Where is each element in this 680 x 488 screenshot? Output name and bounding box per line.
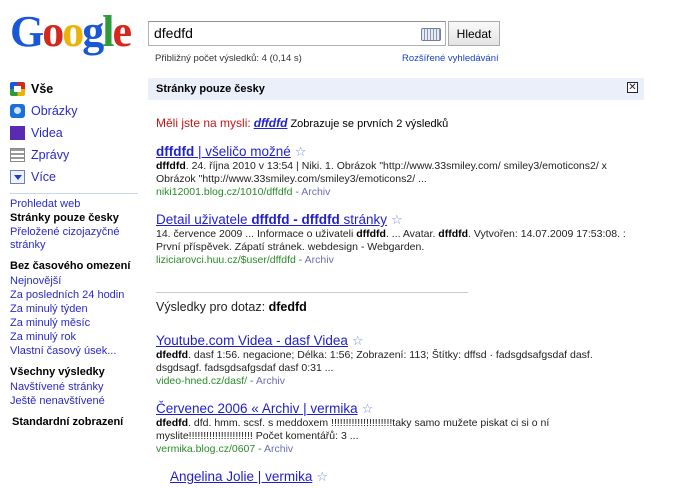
left-nav: Vše Obrázky Videa Zprávy Více Prohledat …	[10, 78, 145, 431]
result-title-link[interactable]: Angelina Jolie | vermika	[170, 469, 312, 484]
time-24h[interactable]: Za posledních 24 hodin	[10, 289, 145, 302]
search-button[interactable]: Hledat	[448, 21, 500, 46]
news-icon	[10, 148, 25, 162]
nav-translated[interactable]: Přeložené cizojazyčné stránky	[10, 226, 145, 252]
spelling-suggestion-link[interactable]: dffdfd	[254, 116, 288, 130]
search-input[interactable]	[154, 25, 414, 41]
time-filter-heading: Bez časového omezení	[10, 260, 131, 272]
star-icon[interactable]: ☆	[316, 469, 328, 485]
result-url: video-hned.cz/dasf/ - Archiv	[156, 375, 286, 387]
archive-link[interactable]: Archiv	[264, 443, 293, 455]
result-title-link[interactable]: Detail uživatele dffdfd - dffdfd stránky	[156, 212, 387, 227]
star-icon[interactable]: ☆	[391, 212, 403, 228]
video-icon	[10, 126, 25, 140]
did-you-mean: Měli jste na mysli: dffdfd Zobrazuje se pr…	[156, 116, 448, 130]
result-url: niki12001.blog.cz/1010/dffdfd - Archiv	[156, 186, 331, 198]
search-result: dffdfd | všeličo možné ☆ dffdfd. 24. říjn…	[156, 143, 626, 199]
view-filter: Standardní zobrazení	[10, 415, 145, 429]
time-year[interactable]: Za minulý rok	[10, 331, 145, 344]
result-title-link[interactable]: Youtube.com Videa - dasf Videa	[156, 333, 348, 348]
google-color-icon	[10, 82, 25, 96]
time-week[interactable]: Za minulý týden	[10, 303, 145, 316]
advanced-search-link[interactable]: Rozšířené vyhledávání	[402, 53, 499, 64]
nav-czech-only: Stránky pouze česky	[10, 212, 119, 224]
view-filter-heading: Standardní zobrazení	[12, 416, 124, 428]
result-snippet: dffdfd. 24. října 2010 v 13:54 | Niki. 1…	[156, 160, 607, 185]
nav-item-more[interactable]: Více	[10, 166, 145, 188]
language-filter: Prohledat web Stránky pouze česky Přelož…	[10, 198, 145, 252]
not-visited-pages[interactable]: Ještě nenavštívené	[10, 395, 145, 408]
images-icon	[10, 104, 25, 118]
result-url: liziciarovci.huu.cz/$user/dffdfd - Archi…	[156, 254, 334, 266]
language-bar-title: Stránky pouze česky	[156, 83, 265, 95]
search-box	[148, 21, 446, 46]
nav-item-videos[interactable]: Videa	[10, 122, 145, 144]
google-logo[interactable]: Google	[10, 8, 132, 56]
archive-link[interactable]: Archiv	[305, 254, 334, 266]
visited-pages[interactable]: Navštívené stránky	[10, 381, 145, 394]
star-icon[interactable]: ☆	[362, 401, 374, 417]
nav-all-web[interactable]: Prohledat web	[10, 198, 145, 211]
visited-filter: Všechny výsledky Navštívené stránky Ješt…	[10, 365, 145, 408]
result-title-link[interactable]: Červenec 2006 « Archiv | vermika	[156, 401, 358, 416]
time-newest[interactable]: Nejnovější	[10, 275, 145, 288]
search-result: Detail uživatele dffdfd - dffdfd stránky…	[156, 211, 626, 267]
results-for-query: Výsledky pro dotaz: dfedfd	[156, 300, 307, 314]
nav-item-news[interactable]: Zprávy	[10, 144, 145, 166]
did-you-mean-label: Měli jste na mysli:	[156, 116, 251, 130]
nav-item-all[interactable]: Vše	[10, 78, 145, 100]
result-snippet: dfedfd. dfd. hmm. scsf. s meddoxem !!!!!…	[156, 417, 550, 442]
archive-link[interactable]: Archiv	[256, 375, 285, 387]
star-icon[interactable]: ☆	[295, 144, 307, 160]
star-icon[interactable]: ☆	[352, 333, 364, 349]
result-snippet: dfedfd. dasf 1:56. negacione; Délka: 1:5…	[156, 349, 593, 374]
dropdown-icon	[10, 170, 25, 184]
nav-item-images[interactable]: Obrázky	[10, 100, 145, 122]
result-snippet: 14. července 2009 ... Informace o uživat…	[156, 228, 626, 253]
search-result: Angelina Jolie | vermika ☆	[170, 468, 640, 485]
time-month[interactable]: Za minulý měsíc	[10, 317, 145, 330]
search-result: Youtube.com Videa - dasf Videa ☆ dfedfd. …	[156, 332, 626, 388]
results-divider	[156, 292, 468, 293]
close-icon[interactable]: ✕	[627, 82, 638, 93]
result-stats: Přibližný počet výsledků: 4 (0,14 s)	[155, 53, 302, 64]
search-result: Červenec 2006 « Archiv | vermika ☆ dfedfd…	[156, 400, 626, 456]
archive-link[interactable]: Archiv	[301, 186, 330, 198]
result-url: vermika.blog.cz/0607 - Archiv	[156, 443, 294, 455]
did-you-mean-note: Zobrazuje se prvních 2 výsledků	[290, 118, 449, 130]
keyboard-icon[interactable]	[421, 28, 441, 41]
language-restrict-bar: Stránky pouze česky ✕	[148, 78, 644, 100]
visited-filter-heading: Všechny výsledky	[10, 366, 105, 378]
time-custom[interactable]: Vlastní časový úsek...	[10, 345, 145, 358]
time-filter: Bez časového omezení Nejnovější Za posle…	[10, 259, 145, 358]
result-title-link[interactable]: dffdfd | všeličo možné	[156, 144, 291, 159]
nav-divider	[10, 193, 138, 194]
